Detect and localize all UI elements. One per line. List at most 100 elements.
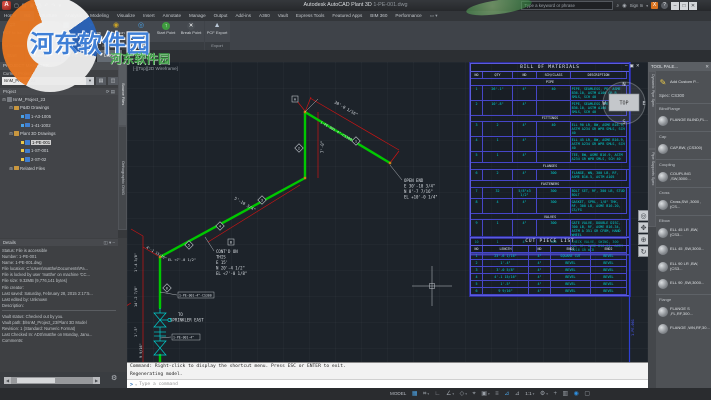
palette-item-add-custom-p[interactable]: ✎Add Custom P... — [656, 74, 711, 91]
palette-item-cross-sw-3000-cs[interactable]: Cross,SW ,3000 ,(CS... — [656, 196, 711, 213]
close-icon[interactable]: ✕ — [705, 62, 709, 71]
tree-expand-icon[interactable]: ⊟ — [9, 105, 13, 110]
ribbon-tab-featured-apps[interactable]: Featured Apps — [328, 11, 366, 21]
ribbon-tab-add-ins[interactable]: Add-ins — [231, 11, 255, 21]
ribbon-tab-home[interactable]: Home — [0, 11, 20, 21]
annotation-monitor-icon[interactable]: + — [553, 388, 557, 400]
tree-item-related-files[interactable]: ⊞Related Files — [0, 164, 118, 173]
drawing-close-icon[interactable]: ✕ — [636, 63, 640, 69]
maximize-icon[interactable]: □ — [680, 2, 688, 10]
tree-expand-icon[interactable]: ⊟ — [2, 97, 6, 102]
tree-item-isnm-project-23[interactable]: ⊟IsnM_Project_23 — [0, 95, 118, 104]
project-section-header[interactable]: Project ⟳ ▤ — [0, 88, 118, 95]
lineweight-icon[interactable]: ≡ — [495, 388, 499, 400]
tree-item-2-st-02[interactable]: 2-ST-02 — [0, 155, 118, 164]
clean-screen-icon[interactable]: ▢ — [584, 388, 590, 400]
drawing-canvas[interactable]: [-][Top][2D Wireframe] –▣✕ ◎✥⊕↻ BILL OF … — [127, 62, 648, 362]
tree-item-p-id-drawings[interactable]: ⊟P&ID Drawings — [0, 104, 118, 113]
horizontal-scrollbar[interactable]: ◀ ▶ — [4, 377, 100, 384]
isodraft-icon[interactable]: ◇▾ — [460, 388, 467, 400]
ribbon-tab-visualize[interactable]: Visualize — [113, 11, 139, 21]
ribbon-button-iso-message[interactable]: ✉Iso Message — [29, 21, 54, 43]
ribbon-button-location-point[interactable]: ◎Location Point — [129, 21, 154, 43]
project-browse-button[interactable]: ▤ — [96, 77, 106, 85]
palette-item-ell-45-lr-bw-cs3[interactable]: ELL 45 LR ,BW, (CS3... — [656, 224, 711, 241]
details-icons[interactable]: ◫ ▾ – — [103, 239, 115, 246]
tree-item-1-st-001[interactable]: 1-ST-001 — [0, 147, 118, 156]
palette-item-ell-45-sw-3000[interactable]: ELL 45 ,SW,3000... — [656, 241, 711, 258]
ribbon-tab-iso[interactable]: Iso — [20, 11, 34, 21]
ribbon-tab-output[interactable]: Output — [210, 11, 232, 21]
scroll-right-icon[interactable]: ▶ — [93, 377, 100, 384]
file-tab-start[interactable]: Start — [0, 50, 25, 62]
search-input[interactable]: Type a keyword or phrase — [521, 1, 613, 10]
tree-expand-icon[interactable]: ⊟ — [9, 131, 13, 136]
annotation-autoscale-icon[interactable]: ⊿ — [515, 388, 520, 400]
new-tab-button[interactable]: + — [123, 50, 135, 62]
ribbon-button-floor-symbol[interactable]: ▦Floor Symbol — [54, 21, 79, 43]
ribbon-display-toggle-icon[interactable]: ▭ ▾ — [426, 11, 442, 21]
signin-button[interactable]: Sign In — [630, 3, 644, 8]
ribbon-tab-express-tools[interactable]: Express Tools — [292, 11, 329, 21]
palette-item-flange-s-fl-rf-300[interactable]: FLANGE S ,FL,RF,300... — [656, 303, 711, 320]
workspace-switching-icon[interactable]: ⚙▾ — [540, 388, 548, 400]
viewport-controls-label[interactable]: [-][Top][2D Wireframe] — [133, 66, 178, 71]
file-tab-lng[interactable]: LNG* — [97, 50, 123, 62]
ribbon-tab-bim-360[interactable]: BIM 360 — [366, 11, 391, 21]
palette-tab-dynamic-pipe-spec[interactable]: Dynamic Pipe Spec — [648, 71, 656, 149]
ribbon-button-flow-arrow[interactable]: ➤Flow Arrow — [79, 21, 104, 43]
ribbon-tab-vault[interactable]: Vault — [274, 11, 292, 21]
model-space-label[interactable]: MODEL — [390, 388, 406, 400]
minimize-icon[interactable]: – — [671, 2, 679, 10]
tree-item-1-pe-001[interactable]: 1-PE-001 — [0, 138, 118, 147]
grid-icon[interactable]: ▦ — [412, 388, 418, 400]
palette-item-ell-90-lr-bw-cs3[interactable]: ELL 90 LR ,BW, (CS3... — [656, 258, 711, 275]
quick-properties-icon[interactable]: ▥ — [562, 388, 568, 400]
tree-expand-icon[interactable]: ⊞ — [9, 166, 13, 171]
signin-dropdown-icon[interactable]: ▾ — [646, 4, 648, 8]
ribbon-tab-manage[interactable]: Manage — [185, 11, 210, 21]
refresh-icon[interactable]: ⟳ ▤ — [106, 88, 115, 95]
project-settings-button[interactable]: ◫ — [108, 77, 118, 85]
chevron-down-icon[interactable]: ▼ — [86, 77, 94, 85]
ribbon-button-pcf-to-iso[interactable]: ⇄PCF to Iso — [0, 21, 25, 43]
palette-item-coupling-sw-3000[interactable]: COUPLING ,SW,3000... — [656, 168, 711, 185]
ribbon-tab-performance[interactable]: Performance — [391, 11, 425, 21]
tool-palettes-header[interactable]: TOOL PALE... ✕ — [648, 62, 711, 71]
palette-item-flange-blind-fl[interactable]: FLANGE BLIND,FL... — [656, 112, 711, 129]
ribbon-button-break-point[interactable]: ✕Break Point — [179, 21, 204, 43]
tree-item-1-41-1002[interactable]: 1-41-1002 — [0, 121, 118, 130]
current-project-select[interactable]: IsnM_Project_23 — [2, 77, 86, 85]
side-tab-orthographic-dwg[interactable]: Orthographic DWG — [118, 126, 127, 230]
annotation-visibility-icon[interactable]: ⊿ — [504, 388, 509, 400]
help-icon[interactable]: ? — [661, 2, 668, 9]
ribbon-button-start-point[interactable]: ↑Start Point — [154, 21, 179, 43]
ribbon-button-pcf-export[interactable]: ▲PCF Export — [205, 21, 230, 43]
search-icon[interactable]: ⌕ — [616, 3, 619, 9]
palette-tab-pipe-supports-spec[interactable]: Pipe Supports Spec — [648, 149, 656, 227]
ribbon-tab-analysis[interactable]: Analysis — [61, 11, 86, 21]
polar-tracking-icon[interactable]: ∠▾ — [446, 388, 454, 400]
close-icon[interactable]: ✕ — [689, 2, 697, 10]
ribbon-tab-modeling[interactable]: Modeling — [86, 11, 113, 21]
ribbon-tab-structure[interactable]: Structure — [34, 11, 61, 21]
ribbon-tab-a360[interactable]: A360 — [255, 11, 274, 21]
snap-mode-icon[interactable]: ⌗▾ — [423, 388, 429, 400]
scrollbar-thumb[interactable] — [17, 378, 55, 383]
file-tab-drawing1[interactable]: Drawing1* — [25, 50, 61, 62]
graphics-performance-icon[interactable]: ◉ — [574, 388, 579, 400]
ortho-icon[interactable]: ∟ — [435, 388, 441, 400]
command-window[interactable]: Command: Right-click to display the shor… — [127, 362, 648, 389]
tree-item-1-a3-1005[interactable]: 1-A3-1005 — [0, 112, 118, 121]
customization-wrench-icon[interactable]: ⚙ — [111, 374, 117, 382]
drawing-restore-icon[interactable]: ▣ — [630, 63, 634, 69]
command-dropdown-icon[interactable]: ▾ — [135, 383, 137, 387]
file-tab-1-pe-001[interactable]: 1-PE-001* — [61, 50, 97, 62]
palette-item-cap-bw-cs300[interactable]: CAP,BW, (CS300) — [656, 140, 711, 157]
object-snap-tracking-icon[interactable]: ⌖ — [472, 388, 475, 400]
ribbon-tab-annotate[interactable]: Annotate — [159, 11, 185, 21]
palette-item-ell-90-sw-3000[interactable]: ELL 90 ,SW,3000... — [656, 275, 711, 292]
palette-item-flange-wn-rf-30[interactable]: FLANGE ,WN,RF,30... — [656, 320, 711, 337]
ribbon-tab-insert[interactable]: Insert — [139, 11, 159, 21]
details-section-header[interactable]: Details ◫ ▾ – — [0, 239, 118, 246]
